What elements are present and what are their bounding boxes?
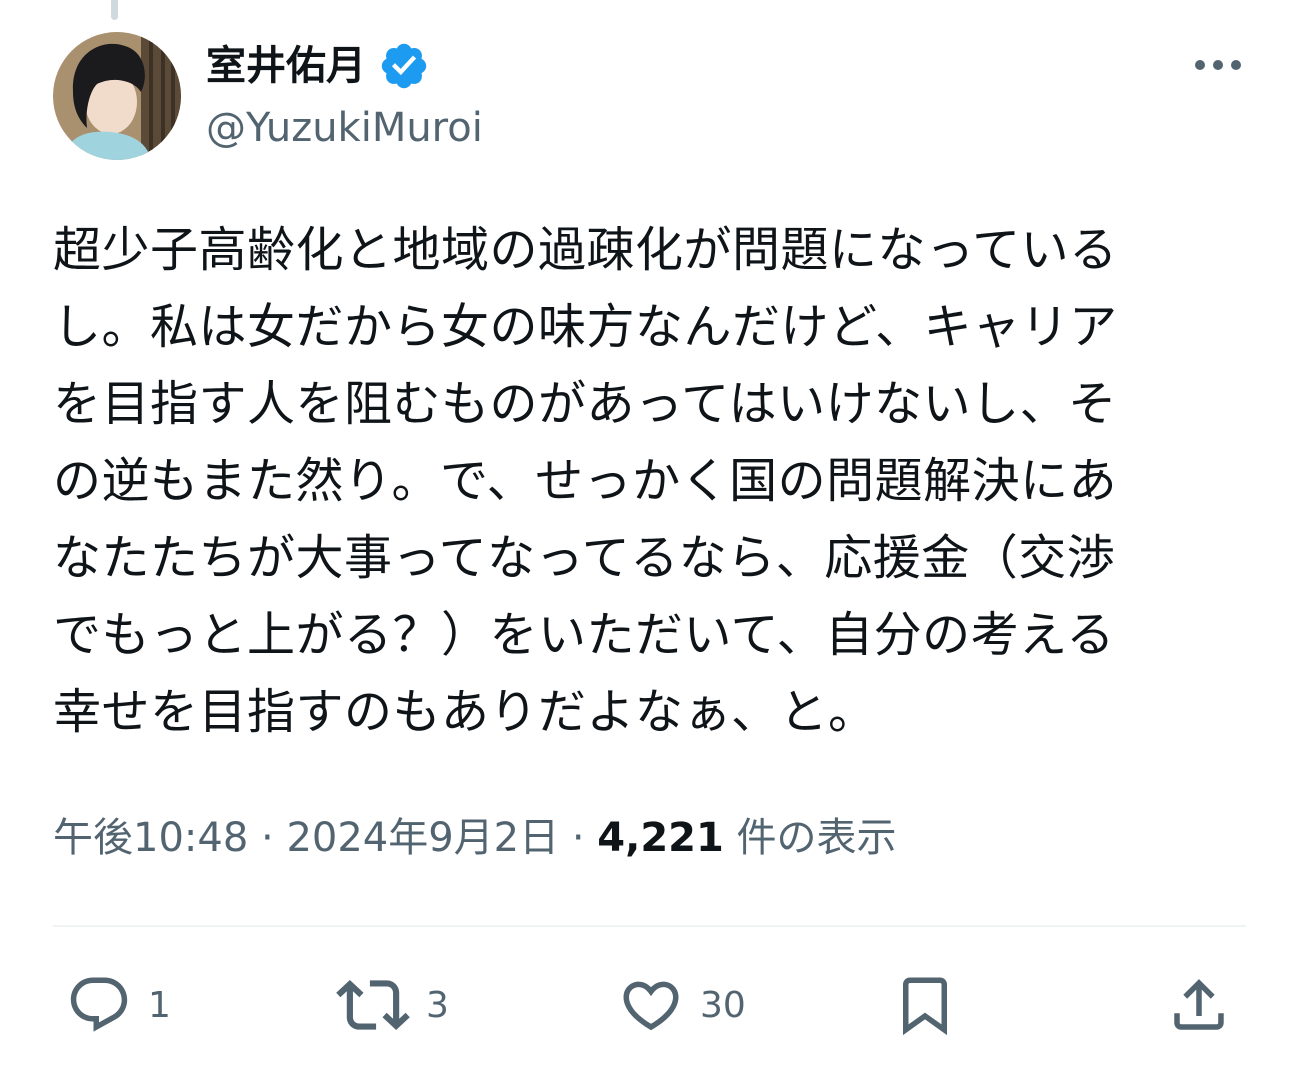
share-icon	[1174, 979, 1224, 1030]
reply-count: 1	[148, 984, 171, 1026]
retweet-icon	[336, 979, 410, 1031]
bookmark-button[interactable]	[892, 960, 958, 1050]
thread-connector-line	[111, 0, 118, 20]
tweet-date[interactable]: 2024年9月2日	[286, 815, 559, 861]
divider	[53, 925, 1246, 927]
author-name-row[interactable]: 室井佑月	[206, 38, 430, 94]
like-count: 30	[700, 984, 746, 1026]
meta-separator: ·	[261, 815, 274, 861]
user-handle[interactable]: @YuzukiMuroi	[206, 106, 483, 150]
bookmark-icon	[903, 977, 947, 1036]
tweet-meta: 午後10:48 · 2024年9月2日 · 4,221 件の表示	[53, 810, 897, 866]
retweet-count: 3	[426, 984, 449, 1026]
tweet-time[interactable]: 午後10:48	[53, 815, 248, 861]
heart-icon	[623, 981, 679, 1031]
action-bar: 1 3 30	[0, 960, 1300, 1050]
avatar[interactable]	[53, 32, 181, 160]
more-icon[interactable]	[1186, 44, 1250, 86]
views-count[interactable]: 4,221	[597, 815, 724, 861]
display-name[interactable]: 室井佑月	[206, 46, 366, 86]
avatar-image	[53, 32, 181, 160]
verified-badge-icon[interactable]	[378, 40, 430, 92]
reply-icon	[70, 977, 128, 1032]
views-label: 件の表示	[736, 815, 897, 861]
meta-separator: ·	[571, 815, 585, 861]
retweet-button[interactable]: 3	[336, 960, 449, 1050]
like-button[interactable]: 30	[618, 960, 746, 1050]
share-button[interactable]	[1166, 960, 1232, 1050]
reply-button[interactable]: 1	[66, 960, 171, 1050]
tweet-text: 超少子高齢化と地域の過疎化が問題になっている し。私は女だから女の味方なんだけど…	[53, 222, 1118, 740]
